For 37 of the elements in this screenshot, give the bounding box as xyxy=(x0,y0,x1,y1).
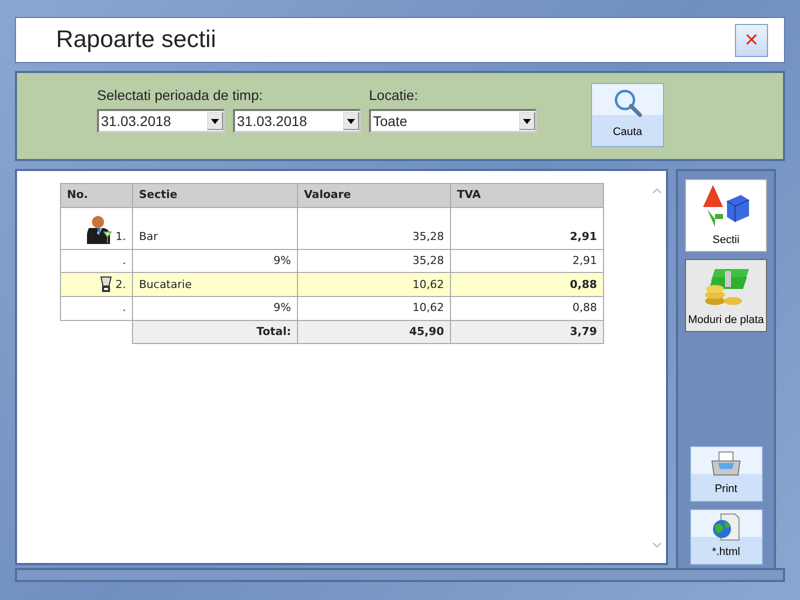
window-title: Rapoarte sectii xyxy=(56,25,218,55)
blender-icon xyxy=(100,276,112,293)
table-cell: 9% xyxy=(132,296,298,320)
date-from-field[interactable]: 31.03.2018 xyxy=(97,109,225,133)
row-number: 1. xyxy=(116,229,126,245)
table-cell: 35,28 xyxy=(298,207,450,249)
printer-icon xyxy=(710,450,742,478)
search-icon xyxy=(612,88,642,118)
table-cell: Bar xyxy=(132,207,298,249)
waiter-icon xyxy=(86,214,112,246)
table-cell: . xyxy=(60,296,132,320)
table-cell: 3,79 xyxy=(450,320,604,344)
table-cell: 45,90 xyxy=(298,320,450,344)
row-number: 2. xyxy=(116,276,126,292)
table-cell: 0,88 xyxy=(450,272,604,296)
table-cell: Total: xyxy=(132,320,298,344)
table-cell: 2,91 xyxy=(450,207,604,249)
web-page-icon xyxy=(711,512,741,542)
table-cell: 10,62 xyxy=(298,296,450,320)
location-dropdown[interactable]: Toate xyxy=(369,109,537,133)
side-button[interactable]: Moduri de plata xyxy=(685,259,767,332)
side-button[interactable]: Sectii xyxy=(685,179,767,252)
table-cell: Bucatarie xyxy=(132,272,298,296)
shapes-icon xyxy=(701,182,751,228)
date-to-field[interactable]: 31.03.2018 xyxy=(233,109,361,133)
export-html-button[interactable]: *.html xyxy=(690,509,762,565)
column-header: Sectie xyxy=(132,184,298,207)
table-cell: 10,62 xyxy=(298,272,450,296)
column-header: TVA xyxy=(450,184,604,207)
location-label: Locatie: xyxy=(369,86,420,105)
close-button[interactable]: ✕ xyxy=(735,24,768,56)
period-label: Selectati perioada de timp: xyxy=(97,86,264,105)
print-button[interactable]: Print xyxy=(690,446,762,502)
search-button[interactable]: Cauta xyxy=(591,83,664,147)
table-cell: 0,88 xyxy=(450,296,604,320)
column-header: No. xyxy=(60,184,132,207)
column-header: Valoare xyxy=(298,184,450,207)
